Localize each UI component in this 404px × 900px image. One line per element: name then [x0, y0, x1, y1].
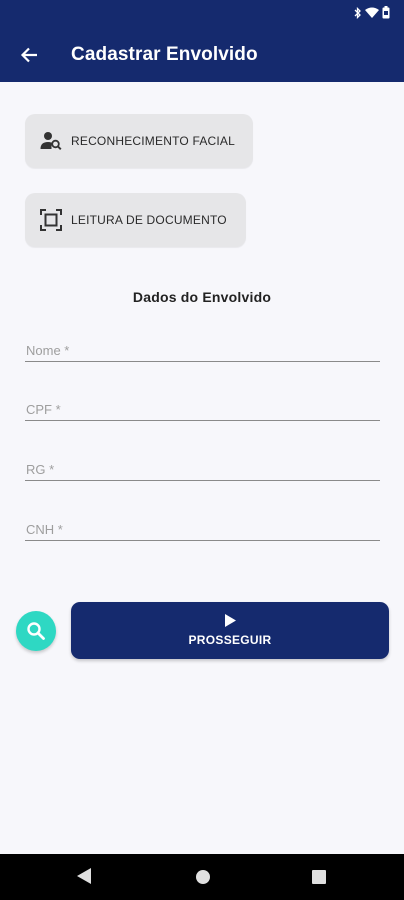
- proceed-button[interactable]: PROSSEGUIR: [71, 602, 389, 659]
- facial-recognition-button[interactable]: RECONHECIMENTO FACIAL: [25, 114, 253, 168]
- status-bar-icons: [354, 6, 390, 19]
- cnh-field: [25, 519, 380, 541]
- arrow-left-icon: [20, 47, 37, 63]
- facial-recognition-label: RECONHECIMENTO FACIAL: [71, 134, 236, 148]
- battery-icon: [382, 6, 390, 19]
- app-bar: Cadastrar Envolvido: [0, 0, 404, 82]
- page-title: Cadastrar Envolvido: [71, 44, 258, 65]
- cnh-input[interactable]: [25, 519, 380, 540]
- nome-input[interactable]: [25, 340, 380, 361]
- nav-back-icon[interactable]: [77, 868, 91, 884]
- nome-field: [25, 340, 380, 362]
- play-icon: [224, 614, 236, 627]
- rg-input[interactable]: [25, 459, 380, 480]
- nav-home-icon[interactable]: [196, 870, 210, 884]
- search-icon: [27, 622, 45, 640]
- wifi-icon: [365, 7, 379, 18]
- document-reading-button[interactable]: LEITURA DE DOCUMENTO: [25, 193, 246, 247]
- bluetooth-icon: [354, 6, 361, 19]
- cpf-field: [25, 399, 380, 421]
- section-title: Dados do Envolvido: [132, 289, 272, 305]
- nav-recents-icon[interactable]: [312, 870, 326, 884]
- document-scan-icon: [40, 209, 62, 231]
- rg-field: [25, 459, 380, 481]
- person-search-icon: [40, 130, 62, 152]
- proceed-label: PROSSEGUIR: [188, 633, 272, 647]
- cpf-input[interactable]: [25, 399, 380, 420]
- back-button[interactable]: [16, 42, 42, 68]
- search-button[interactable]: [16, 611, 56, 651]
- system-nav-bar: [0, 854, 404, 900]
- document-reading-label: LEITURA DE DOCUMENTO: [71, 213, 227, 227]
